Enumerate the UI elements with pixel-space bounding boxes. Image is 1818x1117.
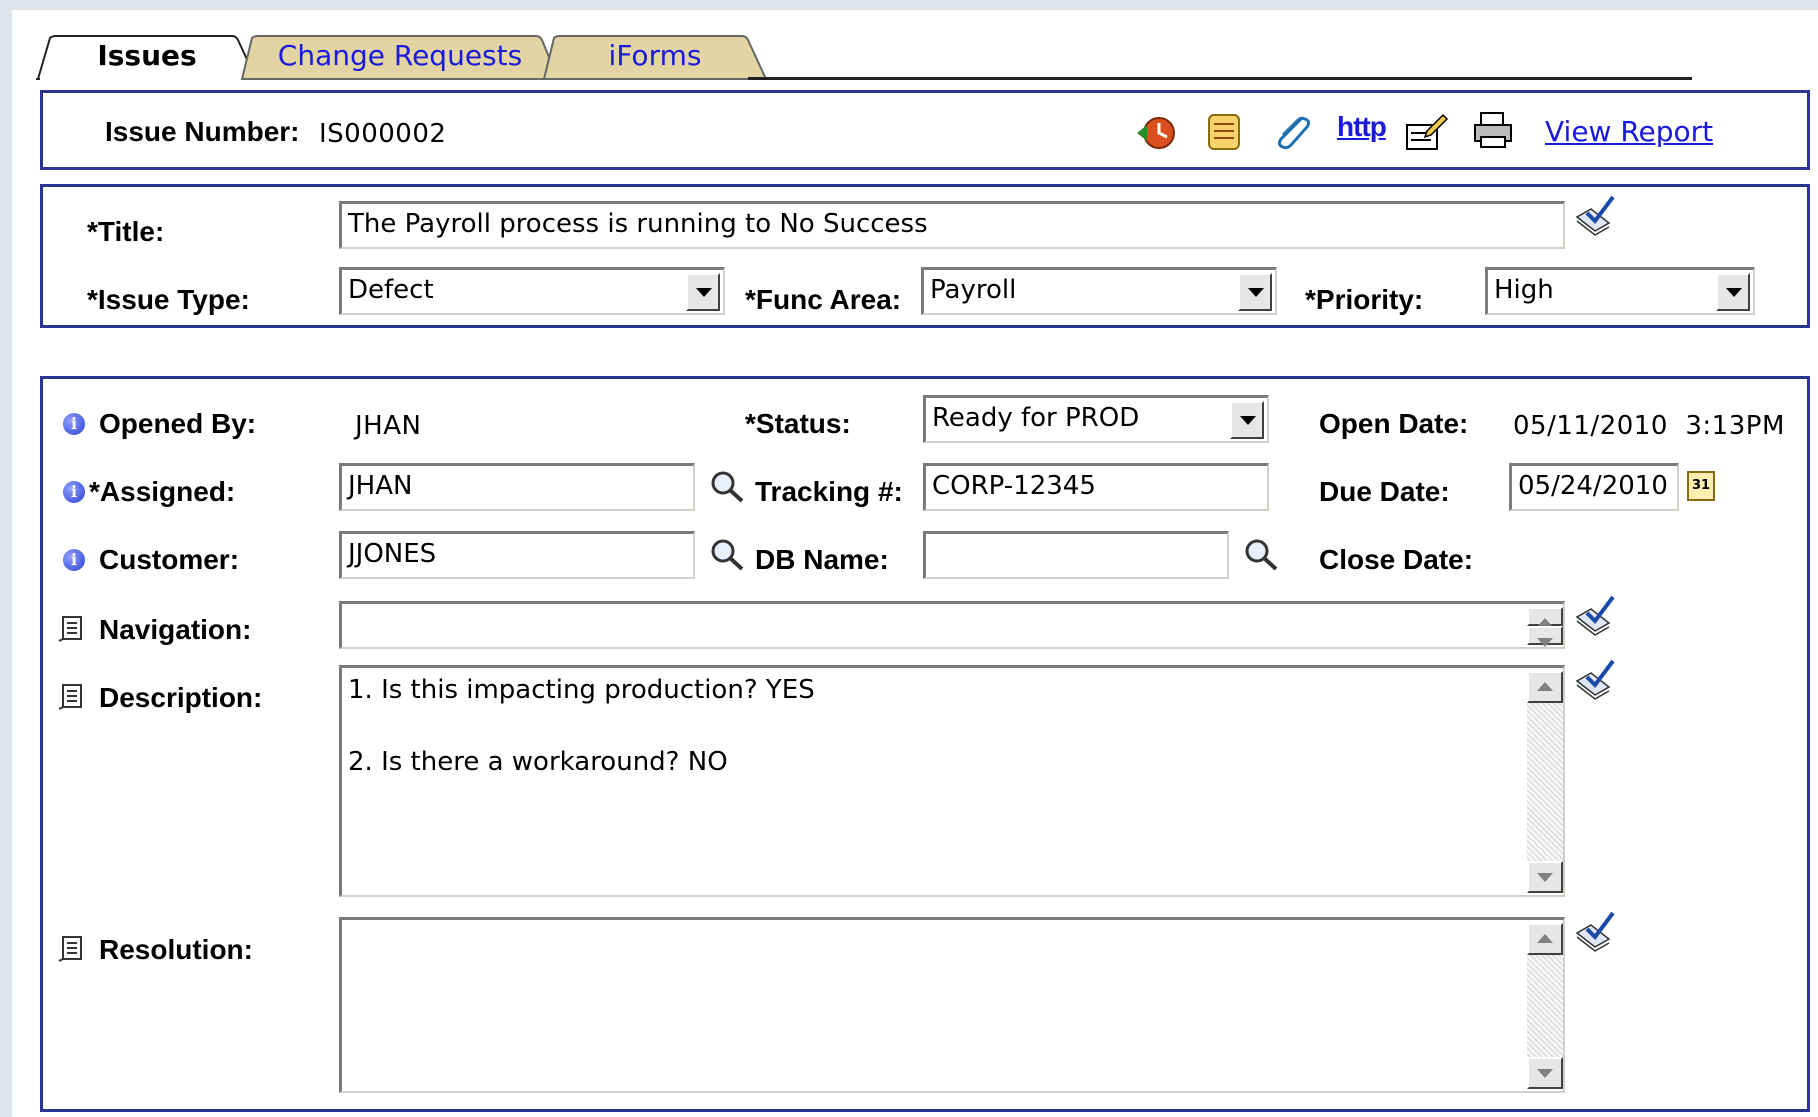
long-text-icon[interactable] [57, 615, 83, 643]
scroll-down-icon[interactable] [1527, 1057, 1563, 1089]
tab-iforms-label: iForms [608, 39, 702, 72]
long-text-icon[interactable] [57, 935, 83, 963]
print-icon[interactable] [1471, 111, 1515, 151]
chevron-down-icon[interactable] [1230, 401, 1264, 439]
customer-input[interactable]: JJONES [339, 531, 695, 579]
scroll-up-icon[interactable] [1527, 671, 1563, 703]
issue-type-label: *Issue Type: [87, 284, 250, 315]
resolution-label: Resolution: [99, 934, 253, 965]
tab-baseline [748, 77, 1692, 80]
open-date-value: 05/11/2010 3:13PM [1513, 411, 1785, 441]
tracking-label: Tracking #: [755, 476, 903, 507]
issue-details-box: i Opened By: JHAN *Status: Ready for PRO… [40, 376, 1810, 1112]
status-value: Ready for PROD [932, 403, 1140, 433]
title-label: *Title: [87, 216, 165, 247]
tab-issues-label: Issues [97, 39, 197, 72]
opened-by-value: JHAN [355, 411, 422, 441]
scroll-up-icon[interactable] [1527, 923, 1563, 955]
spell-check-icon[interactable] [1573, 911, 1617, 953]
func-area-select[interactable]: Payroll [921, 267, 1277, 315]
status-label: *Status: [745, 408, 851, 439]
info-icon[interactable]: i [63, 549, 85, 571]
description-scrollbar[interactable] [1527, 671, 1563, 893]
navigation-spinner[interactable] [1527, 607, 1563, 647]
info-icon[interactable]: i [63, 413, 85, 435]
navigation-textarea[interactable] [339, 601, 1565, 649]
issue-type-value: Defect [348, 275, 434, 305]
priority-value: High [1494, 275, 1554, 305]
func-area-value: Payroll [930, 275, 1017, 305]
tab-issues[interactable]: Issues [36, 34, 258, 80]
issue-number-label: Issue Number: [105, 116, 300, 147]
priority-label: *Priority: [1305, 284, 1424, 315]
open-date-label: Open Date: [1319, 408, 1469, 439]
due-date-label: Due Date: [1319, 476, 1450, 507]
spell-check-icon[interactable] [1573, 595, 1617, 637]
search-icon[interactable] [709, 469, 747, 505]
db-name-input[interactable] [923, 531, 1229, 579]
status-select[interactable]: Ready for PROD [923, 395, 1269, 443]
func-area-label: *Func Area: [745, 284, 902, 315]
chevron-down-icon[interactable] [1716, 273, 1750, 311]
scroll-down-icon[interactable] [1527, 861, 1563, 893]
chevron-down-icon[interactable] [1238, 273, 1272, 311]
resolution-scrollbar[interactable] [1527, 923, 1563, 1089]
chevron-up-icon[interactable] [1527, 607, 1563, 627]
spell-check-icon[interactable] [1573, 659, 1617, 701]
assigned-input[interactable]: JHAN [339, 463, 695, 511]
chevron-down-icon[interactable] [1527, 626, 1563, 647]
title-input[interactable]: The Payroll process is running to No Suc… [339, 201, 1565, 249]
tab-iforms[interactable]: iForms [542, 34, 768, 80]
info-icon[interactable]: i [63, 481, 85, 503]
assigned-label: *Assigned: [89, 476, 236, 507]
long-text-icon[interactable] [57, 683, 83, 711]
customer-label: Customer: [99, 544, 240, 575]
issue-header-box: Issue Number: IS000002 http View Report [40, 90, 1810, 170]
navigation-label: Navigation: [99, 614, 252, 645]
resolution-textarea[interactable] [339, 917, 1565, 1093]
db-name-label: DB Name: [755, 544, 889, 575]
tracking-input[interactable]: CORP-12345 [923, 463, 1269, 511]
history-icon[interactable] [1135, 113, 1179, 153]
description-textarea[interactable]: 1. Is this impacting production? YES 2. … [339, 665, 1565, 897]
attachment-icon[interactable] [1271, 113, 1313, 153]
search-icon[interactable] [1243, 537, 1281, 573]
issue-type-select[interactable]: Defect [339, 267, 725, 315]
issue-definition-box: *Title: The Payroll process is running t… [40, 184, 1810, 328]
description-label: Description: [99, 682, 263, 713]
view-report-link[interactable]: View Report [1545, 115, 1713, 148]
priority-select[interactable]: High [1485, 267, 1755, 315]
spell-check-icon[interactable] [1573, 195, 1617, 237]
tab-change-requests-label: Change Requests [277, 39, 523, 72]
calendar-icon[interactable]: 31 [1687, 471, 1715, 501]
edit-doc-icon[interactable] [1403, 111, 1449, 153]
search-icon[interactable] [709, 537, 747, 573]
close-date-label: Close Date: [1319, 544, 1474, 575]
tab-change-requests[interactable]: Change Requests [240, 34, 560, 80]
issue-number-value: IS000002 [319, 119, 447, 149]
due-date-input[interactable]: 05/24/2010 [1509, 463, 1679, 511]
chevron-down-icon[interactable] [686, 273, 720, 311]
scroll-icon[interactable] [1203, 111, 1245, 153]
opened-by-label: Opened By: [99, 408, 257, 439]
issue-page: Issues Change Requests iForms Issue Numb… [12, 10, 1818, 1117]
http-link-icon[interactable]: http [1337, 111, 1387, 143]
